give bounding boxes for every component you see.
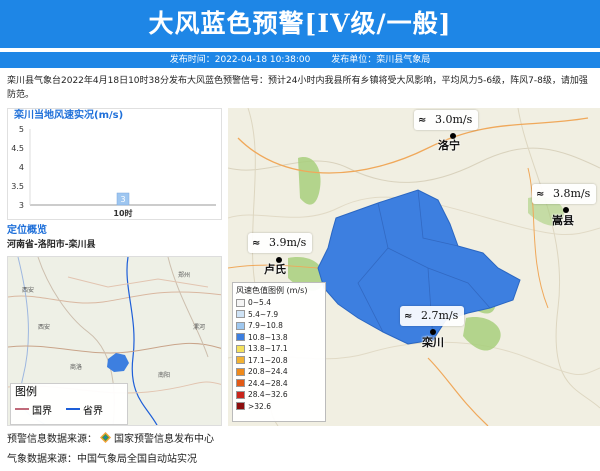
warning-source-link[interactable]: 国家预警信息发布中心 <box>114 434 214 445</box>
legend-label: >32.6 <box>248 401 271 411</box>
wind-icon: ≈ <box>536 189 545 200</box>
wind-chart-panel: 栾川当地风速实况(m/s) 5 4.5 4 3.5 3 3 10时 <box>7 108 222 220</box>
legend-swatch <box>236 310 245 319</box>
city-name-luoning: 洛宁 <box>438 139 460 152</box>
legend-row: 13.8~17.1 <box>236 343 322 355</box>
legend-label: 10.8~13.8 <box>248 332 288 342</box>
legend-row: 5.4~7.9 <box>236 309 322 321</box>
overview-mini-map[interactable]: 西安 郑州 西安 商洛 南阳 漯河 图例 国界 省界 <box>7 256 222 426</box>
legend-row: 17.1~20.8 <box>236 355 322 367</box>
wind-icon: ≈ <box>418 115 427 126</box>
mini-legend-title: 图例 <box>15 385 37 398</box>
publish-center-logo-icon <box>100 432 111 443</box>
legend-row: 28.4~32.6 <box>236 389 322 401</box>
city-name-songxian: 嵩县 <box>552 214 574 227</box>
legend-label: 13.8~17.1 <box>248 344 288 353</box>
legend-row: 24.4~28.4 <box>236 378 322 390</box>
legend-label: 7.9~10.8 <box>248 321 283 330</box>
wind-speed: 3.9m/s <box>269 236 307 249</box>
y-tick-label: 3 <box>19 201 24 210</box>
mini-map-label: 西安 <box>38 323 50 331</box>
legend-swatch <box>236 356 245 365</box>
legend-label: 5.4~7.9 <box>248 309 279 319</box>
wind-label-lushi: ≈3.9m/s <box>248 233 313 253</box>
legend-title: 风速色值图例 (m/s) <box>236 286 308 295</box>
warning-description: 栾川县气象台2022年4月18日10时38分发布大风蓝色预警信号：预计24小时内… <box>7 76 588 100</box>
x-tick-label: 10时 <box>113 208 132 218</box>
province-border-label: 省界 <box>83 405 103 417</box>
legend-swatch <box>236 298 245 307</box>
legend-swatch <box>236 344 245 353</box>
wind-speed-legend: 风速色值图例 (m/s) 0~5.4 5.4~7.9 7.9~10.8 10.8~13… <box>232 282 326 422</box>
legend-row: 20.8~24.4 <box>236 366 322 378</box>
legend-swatch <box>236 390 245 399</box>
mini-map-label: 漯河 <box>193 323 205 331</box>
city-name-lushi: 卢氏 <box>264 263 286 276</box>
legend-label: 0~5.4 <box>248 298 271 307</box>
wind-chart-title: 栾川当地风速实况(m/s) <box>14 110 124 121</box>
wind-label-luanchuan: ≈2.7m/s <box>400 306 465 326</box>
y-tick-label: 3.5 <box>11 182 24 191</box>
legend-label: 24.4~28.4 <box>248 378 288 388</box>
city-name-luanchuan: 栾川 <box>422 336 444 349</box>
location-title: 定位概览 <box>7 225 47 236</box>
warning-meta-bar: 发布时间：2022-04-18 10:38:00 发布单位：栾川县气象局 <box>0 52 600 68</box>
publish-time: 发布时间：2022-04-18 10:38:00 <box>169 55 311 65</box>
publish-unit: 发布单位：栾川县气象局 <box>331 55 431 65</box>
mini-map-legend: 图例 国界 省界 <box>10 383 128 425</box>
legend-label: 20.8~24.4 <box>248 367 288 376</box>
y-tick-label: 4.5 <box>11 144 24 153</box>
y-tick-label: 5 <box>19 125 24 134</box>
location-overview-panel: 定位概览 河南省-洛阳市-栾川县 西安 郑州 西安 商洛 南阳 漯河 图例 国界 <box>7 224 222 426</box>
legend-row: 7.9~10.8 <box>236 320 322 332</box>
location-path: 河南省-洛阳市-栾川县 <box>7 240 96 250</box>
legend-swatch <box>236 367 245 376</box>
warning-source-label: 预警信息数据来源： <box>7 434 97 445</box>
legend-swatch <box>236 402 245 411</box>
wind-speed: 3.0m/s <box>435 113 473 126</box>
legend-row: 0~5.4 <box>236 297 322 309</box>
legend-row: >32.6 <box>236 401 322 413</box>
y-tick-label: 4 <box>19 163 24 172</box>
wind-speed: 2.7m/s <box>421 309 459 322</box>
mini-map-label: 商洛 <box>70 363 82 371</box>
national-border-swatch <box>15 408 29 410</box>
legend-label: 17.1~20.8 <box>248 355 288 365</box>
wind-label-songxian: ≈3.8m/s <box>532 184 597 204</box>
weather-source-line: 气象数据来源：中国气象局全国自动站实况 <box>7 454 197 465</box>
legend-label: 28.4~32.6 <box>248 390 288 399</box>
mini-map-label: 西安 <box>22 286 34 294</box>
mini-map-label: 南阳 <box>158 371 170 379</box>
warning-source-line: 预警信息数据来源： 国家预警信息发布中心 <box>7 432 214 448</box>
national-border-label: 国界 <box>32 405 52 417</box>
wind-icon: ≈ <box>252 238 261 249</box>
mini-map-label: 郑州 <box>178 271 190 279</box>
legend-swatch <box>236 333 245 342</box>
wind-label-luoning: ≈3.0m/s <box>414 110 479 130</box>
province-border-swatch <box>66 408 80 410</box>
wind-chart: 5 4.5 4 3.5 3 3 10时 <box>11 125 216 218</box>
bar-data-label: 3 <box>120 195 125 204</box>
wind-icon: ≈ <box>404 311 413 322</box>
legend-row: 10.8~13.8 <box>236 332 322 344</box>
legend-swatch <box>236 321 245 330</box>
warning-title: 大风蓝色预警[IV级/一般] <box>148 9 452 38</box>
legend-swatch <box>236 379 245 388</box>
warning-banner: 大风蓝色预警[IV级/一般] <box>0 0 600 48</box>
wind-speed: 3.8m/s <box>553 187 591 200</box>
